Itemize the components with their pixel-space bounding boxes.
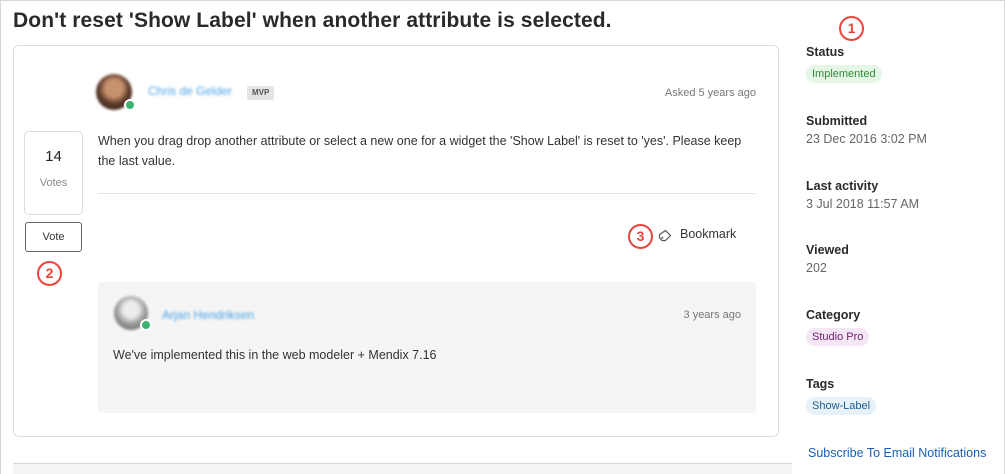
bookmark-label: Bookmark — [680, 227, 737, 241]
online-status-icon — [140, 319, 152, 331]
tags-label: Tags — [806, 377, 835, 391]
frame-top-border — [0, 0, 1005, 1]
vote-button[interactable]: Vote — [25, 222, 82, 252]
last-activity-value: 3 Jul 2018 11:57 AM — [806, 197, 920, 211]
subscribe-email-link[interactable]: Subscribe To Email Notifications — [808, 446, 986, 460]
mvp-badge: MVP — [247, 86, 275, 100]
viewed-label: Viewed — [806, 243, 849, 257]
post-body: When you drag drop another attribute or … — [98, 134, 742, 168]
category-label: Category — [806, 308, 861, 322]
reply-author-link[interactable]: Arjan Hendriksen — [162, 308, 254, 322]
viewed-value: 202 — [806, 261, 827, 275]
submitted-value: 23 Dec 2016 3:02 PM — [806, 132, 927, 146]
frame-left-border — [0, 0, 1, 474]
annotation-marker-2: 2 — [37, 261, 62, 286]
vote-count: 14 — [45, 148, 62, 165]
vote-count-box: 14 Votes — [24, 131, 83, 215]
online-status-icon — [124, 99, 136, 111]
submitted-label: Submitted — [806, 114, 868, 128]
last-activity-label: Last activity — [806, 179, 879, 193]
vote-count-label: Votes — [39, 177, 68, 189]
divider — [98, 193, 756, 194]
post-author-link[interactable]: Chris de Gelder — [148, 84, 232, 98]
bookmark-tag-icon — [658, 229, 672, 242]
category-badge[interactable]: Studio Pro — [806, 328, 870, 346]
annotation-marker-3: 3 — [628, 224, 653, 249]
reply-body: We've implemented this in the web modele… — [113, 348, 437, 362]
status-badge: Implemented — [806, 65, 882, 83]
asked-timestamp: Asked 5 years ago — [664, 87, 756, 99]
tag-badge[interactable]: Show-Label — [806, 397, 877, 415]
section-separator — [13, 464, 792, 474]
reply-timestamp: 3 years ago — [683, 309, 741, 321]
page-title: Don't reset 'Show Label' when another at… — [13, 9, 612, 32]
annotation-marker-1: 1 — [839, 16, 864, 41]
status-label: Status — [806, 45, 845, 59]
